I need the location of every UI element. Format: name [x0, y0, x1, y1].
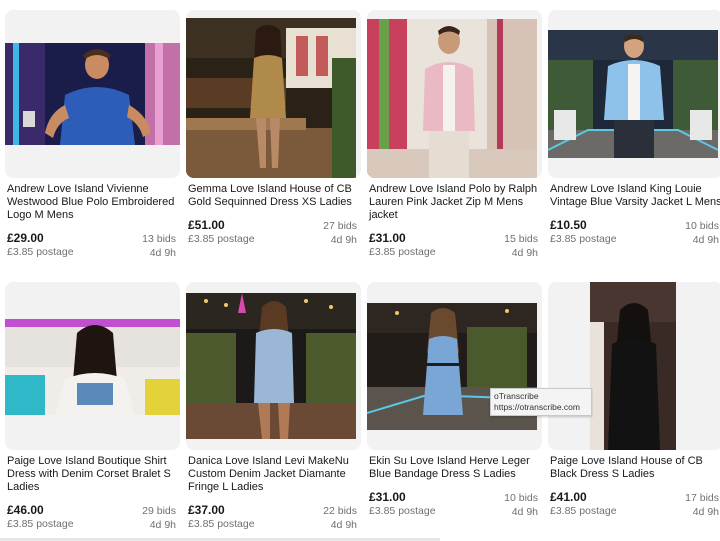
listing-postage: £3.85 postage	[369, 505, 436, 517]
listing-photo[interactable]	[5, 43, 180, 145]
listing-price: £46.00	[7, 503, 44, 517]
listing-postage: £3.85 postage	[7, 518, 74, 530]
listing-image-box[interactable]	[186, 10, 361, 178]
listing-bids: 15 bids	[504, 233, 538, 245]
listing-bids: 29 bids	[142, 505, 176, 517]
listing-time-left: 4d 9h	[330, 234, 357, 246]
listing-postage: £3.85 postage	[188, 233, 255, 245]
listing-card[interactable]: Andrew Love Island King Louie Vintage Bl…	[548, 10, 720, 265]
listing-postage: £3.85 postage	[369, 246, 436, 258]
listing-time-left: 4d 9h	[511, 247, 538, 259]
tooltip-title: oTranscribe	[494, 391, 539, 401]
listing-bids: 10 bids	[685, 220, 719, 232]
listing-postage: £3.85 postage	[188, 518, 255, 530]
listing-bids: 27 bids	[323, 220, 357, 232]
listing-photo[interactable]	[186, 18, 356, 178]
listing-photo[interactable]	[548, 30, 718, 158]
listing-card[interactable]: Paige Love Island Boutique Shirt Dress w…	[5, 282, 180, 537]
listing-time-left: 4d 9h	[149, 519, 176, 531]
listing-time-left: 4d 9h	[149, 247, 176, 259]
listing-bids: 10 bids	[504, 492, 538, 504]
listing-time-left: 4d 9h	[692, 506, 719, 518]
listing-image-box[interactable]	[5, 10, 180, 178]
listing-card[interactable]: Danica Love Island Levi MakeNu Custom De…	[186, 282, 361, 537]
listing-image-box[interactable]	[548, 10, 720, 178]
listing-postage: £3.85 postage	[550, 233, 617, 245]
tooltip-url: https://otranscribe.com	[494, 402, 580, 412]
listing-time-left: 4d 9h	[692, 234, 719, 246]
listing-card[interactable]: Gemma Love Island House of CB Gold Sequi…	[186, 10, 361, 265]
listing-postage: £3.85 postage	[7, 246, 74, 258]
listing-image-box[interactable]	[548, 282, 720, 450]
listing-price: £51.00	[188, 218, 225, 232]
listing-card[interactable]: Andrew Love Island Polo by Ralph Lauren …	[367, 10, 542, 265]
listing-postage: £3.85 postage	[550, 505, 617, 517]
listing-price: £31.00	[369, 231, 406, 245]
listing-title[interactable]: Andrew Love Island Vivienne Westwood Blu…	[7, 183, 179, 222]
listing-photo[interactable]	[5, 319, 180, 415]
listing-title[interactable]: Ekin Su Love Island Herve Leger Blue Ban…	[369, 455, 541, 481]
listing-bids: 22 bids	[323, 505, 357, 517]
listing-bids: 13 bids	[142, 233, 176, 245]
listing-title[interactable]: Gemma Love Island House of CB Gold Sequi…	[188, 183, 360, 209]
listing-price: £29.00	[7, 231, 44, 245]
listing-time-left: 4d 9h	[330, 519, 357, 531]
listing-photo[interactable]	[186, 293, 356, 439]
listing-title[interactable]: Danica Love Island Levi MakeNu Custom De…	[188, 455, 360, 494]
listing-title[interactable]: Andrew Love Island King Louie Vintage Bl…	[550, 183, 720, 209]
listing-image-box[interactable]	[5, 282, 180, 450]
listing-price: £10.50	[550, 218, 587, 232]
listing-title[interactable]: Paige Love Island House of CB Black Dres…	[550, 455, 720, 481]
listing-title[interactable]: Paige Love Island Boutique Shirt Dress w…	[7, 455, 179, 494]
listing-image-box[interactable]	[367, 282, 542, 450]
link-tooltip: oTranscribe https://otranscribe.com	[490, 388, 592, 416]
listing-image-box[interactable]	[186, 282, 361, 450]
listing-grid: Andrew Love Island Vivienne Westwood Blu…	[0, 0, 720, 541]
listing-image-box[interactable]	[367, 10, 542, 178]
listing-title[interactable]: Andrew Love Island Polo by Ralph Lauren …	[369, 183, 541, 222]
listing-photo[interactable]	[367, 19, 537, 178]
listing-bids: 17 bids	[685, 492, 719, 504]
listing-price: £41.00	[550, 490, 587, 504]
listing-price: £37.00	[188, 503, 225, 517]
listing-card[interactable]: Andrew Love Island Vivienne Westwood Blu…	[5, 10, 180, 265]
listing-price: £31.00	[369, 490, 406, 504]
listing-time-left: 4d 9h	[511, 506, 538, 518]
listing-photo[interactable]	[590, 282, 676, 450]
